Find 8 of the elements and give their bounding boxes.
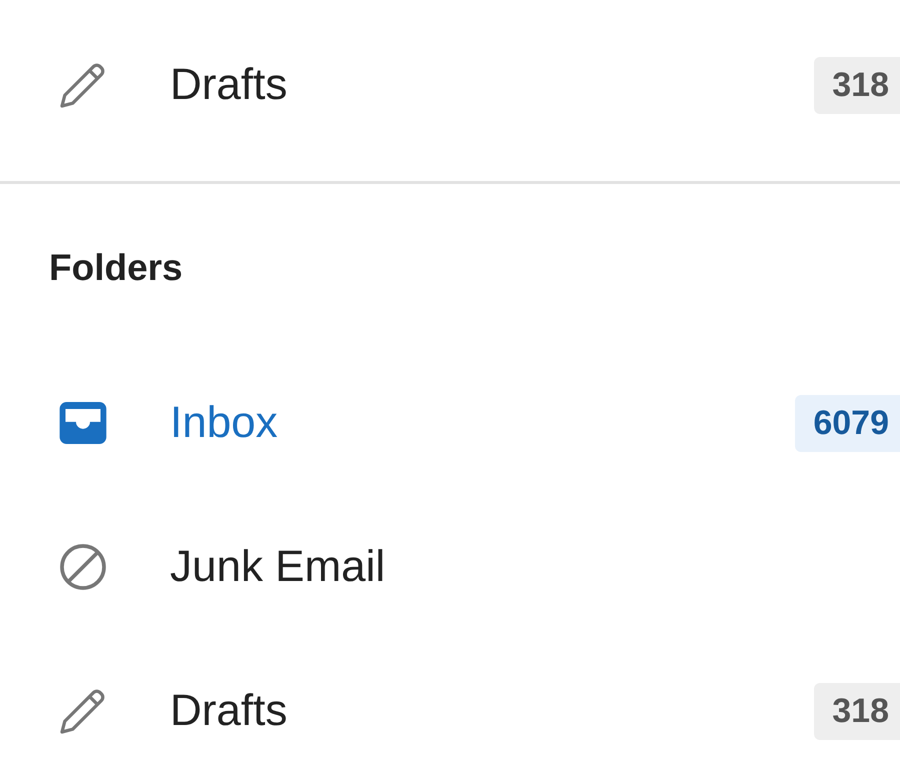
count-badge: 318 (814, 682, 900, 740)
folder-item[interactable]: Inbox 6079 (0, 351, 900, 495)
count-badge: 6079 (795, 394, 900, 452)
folder-item[interactable]: Junk Email (0, 495, 900, 639)
folder-item[interactable]: Drafts 318 (0, 639, 900, 764)
folder-item[interactable]: Drafts 318 (0, 13, 900, 157)
count-badge: 318 (814, 56, 900, 114)
section-header: Folders (48, 246, 184, 290)
